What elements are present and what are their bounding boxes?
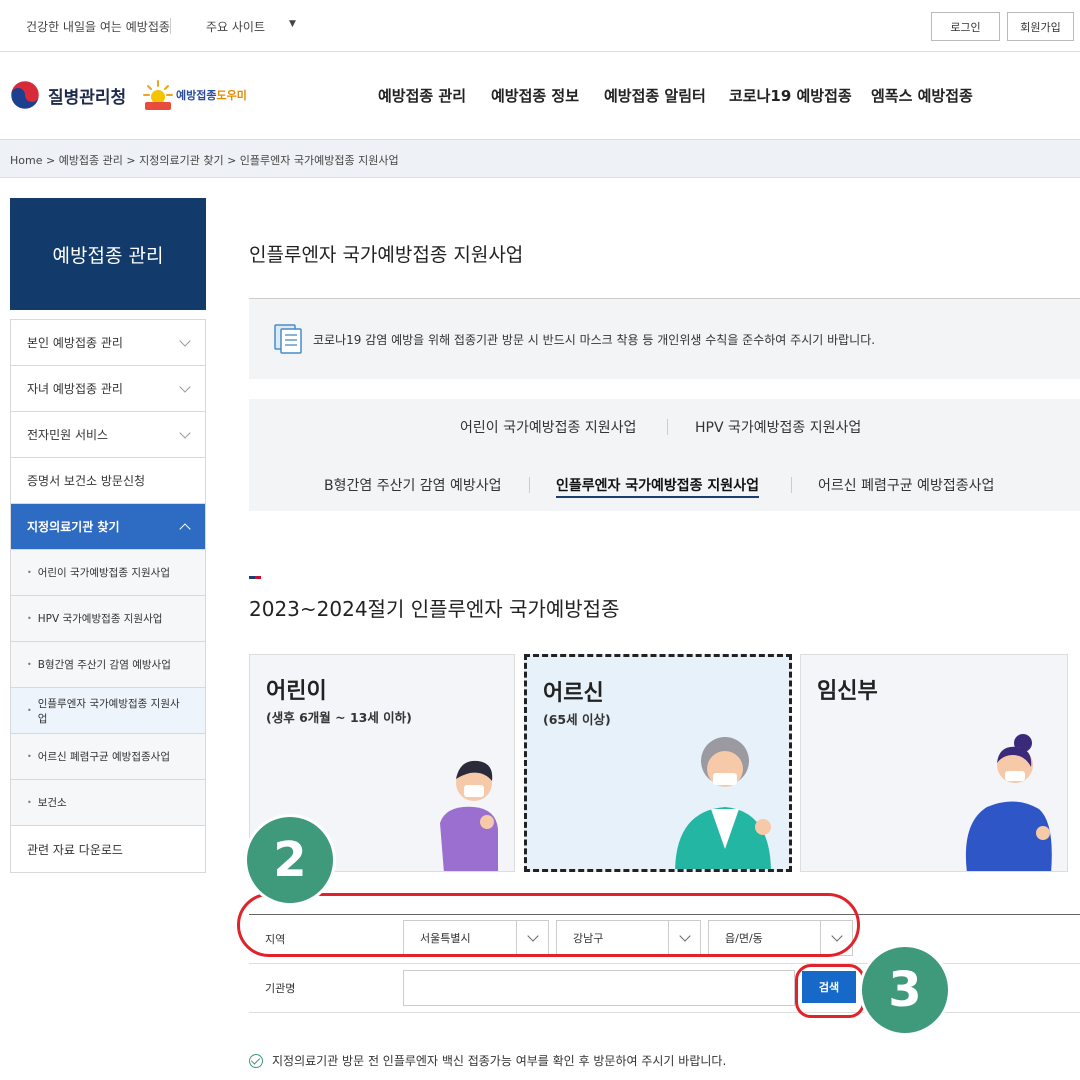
divider — [170, 18, 171, 34]
pregnant-woman-illustration-icon — [965, 734, 1052, 871]
section-marker — [249, 576, 261, 579]
page-title: 인플루엔자 국가예방접종 지원사업 — [249, 244, 524, 266]
sidebar-subitem-health-center[interactable]: • 보건소 — [11, 780, 205, 826]
chevron-up-icon — [179, 522, 191, 535]
sidebar-subitem-hpv[interactable]: • HPV 국가예방접종 지원사업 — [11, 596, 205, 642]
region-highlight-outline — [237, 893, 860, 957]
sidebar-item-certificate-request[interactable]: 증명서 보건소 방문신청 — [11, 458, 205, 504]
institution-label: 기관명 — [265, 982, 296, 995]
site-header: 질병관리청 예방접종도우미 예방접종 관리 예방접종 정보 예방접종 알림터 코… — [0, 52, 1080, 140]
check-circle-icon — [249, 1053, 263, 1068]
sites-dropdown-label[interactable]: 주요 사이트 — [206, 18, 265, 35]
nav-vaccination-alerts[interactable]: 예방접종 알림터 — [604, 85, 706, 106]
kdca-logo[interactable]: 질병관리청 — [10, 80, 126, 110]
chevron-down-icon — [179, 334, 191, 347]
info-message: 지정의료기관 방문 전 인플루엔자 백신 접종가능 여부를 확인 후 방문하여 … — [249, 1052, 726, 1069]
slogan-text: 건강한 내일을 여는 예방접종 — [26, 20, 170, 34]
tab-influenza-program[interactable]: 인플루엔자 국가예방접종 지원사업 — [556, 475, 759, 498]
nav-vaccination-info[interactable]: 예방접종 정보 — [491, 85, 579, 106]
senior-illustration-icon — [675, 737, 771, 869]
card-title: 어르신 — [543, 681, 604, 706]
signup-button[interactable]: 회원가입 — [1007, 12, 1074, 41]
step-3-badge: 3 — [859, 944, 951, 1036]
search-button-highlight-outline — [795, 964, 865, 1018]
sidebar-menu: 본인 예방접종 관리 자녀 예방접종 관리 전자민원 서비스 증명서 보건소 방… — [10, 319, 206, 873]
child-illustration-icon — [440, 760, 498, 871]
sidebar-item-downloads[interactable]: 관련 자료 다운로드 — [11, 826, 205, 872]
chevron-down-icon — [179, 426, 191, 439]
program-tabs: 어린이 국가예방접종 지원사업 HPV 국가예방접종 지원사업 B형간염 주산기… — [249, 399, 1080, 511]
sidebar-subitem-pneumococcal[interactable]: • 어르신 폐렴구균 예방접종사업 — [11, 734, 205, 780]
helper-logo[interactable]: 예방접종도우미 — [142, 78, 247, 112]
notice-box: 코로나19 감염 예방을 위해 접종기관 방문 시 반드시 마스크 착용 등 개… — [249, 299, 1080, 379]
chevron-down-icon — [179, 380, 191, 393]
sidebar-item-my-vaccination[interactable]: 본인 예방접종 관리 — [11, 320, 205, 366]
taegeuk-emblem-icon — [10, 80, 40, 110]
card-subtitle: (생후 6개월 ~ 13세 이하) — [266, 710, 412, 725]
sidebar-title: 예방접종 관리 — [10, 198, 206, 310]
card-subtitle: (65세 이상) — [543, 712, 611, 727]
caret-down-icon[interactable]: ▼ — [289, 19, 296, 29]
tab-hepatitis-b-program[interactable]: B형간염 주산기 감염 예방사업 — [324, 475, 502, 495]
tab-child-program[interactable]: 어린이 국가예방접종 지원사업 — [460, 417, 636, 437]
notice-text: 코로나19 감염 예방을 위해 접종기관 방문 시 반드시 마스크 착용 등 개… — [313, 333, 876, 347]
agency-name: 질병관리청 — [48, 87, 127, 108]
sun-logo-icon — [143, 80, 173, 110]
sidebar-item-child-vaccination[interactable]: 자녀 예방접종 관리 — [11, 366, 205, 412]
document-icon — [274, 324, 302, 354]
card-title: 어린이 — [266, 679, 327, 704]
sidebar-item-find-designated-clinic[interactable]: 지정의료기관 찾기 — [11, 504, 205, 550]
sidebar-subitem-hepatitis-b[interactable]: • B형간염 주산기 감염 예방사업 — [11, 642, 205, 688]
nav-vaccination-management[interactable]: 예방접종 관리 — [378, 85, 466, 106]
tab-hpv-program[interactable]: HPV 국가예방접종 지원사업 — [695, 417, 861, 437]
institution-name-input[interactable] — [403, 970, 795, 1006]
step-2-badge: 2 — [244, 814, 336, 906]
nav-mpox-vaccination[interactable]: 엠폭스 예방접종 — [871, 85, 973, 106]
sidebar-subitem-child[interactable]: • 어린이 국가예방접종 지원사업 — [11, 550, 205, 596]
nav-covid19-vaccination[interactable]: 코로나19 예방접종 — [729, 85, 852, 106]
tab-pneumococcal-program[interactable]: 어르신 폐렴구균 예방접종사업 — [818, 475, 994, 495]
sidebar-subitem-influenza[interactable]: • 인플루엔자 국가예방접종 지원사업 — [11, 688, 205, 734]
card-seniors[interactable]: 어르신 (65세 이상) — [524, 654, 792, 872]
sidebar-item-e-civil-service[interactable]: 전자민원 서비스 — [11, 412, 205, 458]
section-title: 2023~2024절기 인플루엔자 국가예방접종 — [249, 597, 620, 621]
card-pregnant[interactable]: 임신부 — [800, 654, 1068, 872]
breadcrumb: Home > 예방접종 관리 > 지정의료기관 찾기 > 인플루엔자 국가예방접… — [0, 140, 1080, 178]
login-button[interactable]: 로그인 — [931, 12, 1000, 41]
card-title: 임신부 — [817, 679, 878, 704]
helper-name: 예방접종도우미 — [176, 89, 247, 102]
utility-bar: 건강한 내일을 여는 예방접종 주요 사이트 ▼ 로그인 회원가입 — [0, 0, 1080, 52]
